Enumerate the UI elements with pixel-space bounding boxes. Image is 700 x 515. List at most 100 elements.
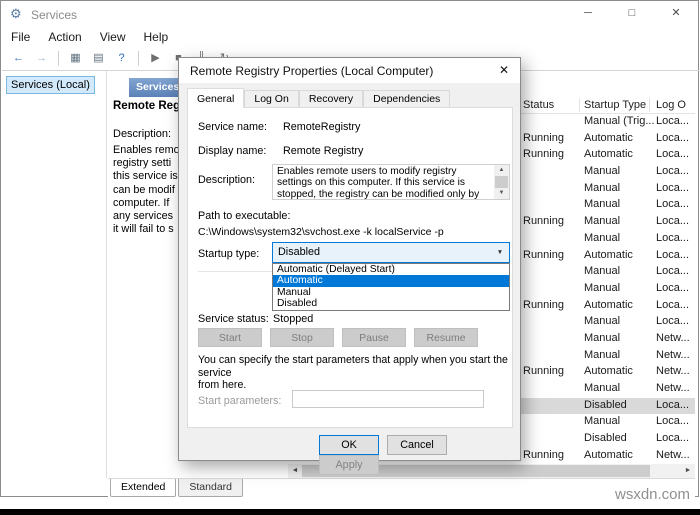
forward-arrow-icon[interactable]: → [32,50,51,67]
cell-startup-type: Automatic [584,249,656,261]
startup-type-dropdown: Automatic (Delayed Start)AutomaticManual… [272,263,510,311]
cell-status: Running [523,299,581,311]
dropdown-option[interactable]: Disabled [273,298,509,309]
tab-log-on[interactable]: Log On [244,90,298,107]
resume-button: Resume [414,328,478,347]
description-line: can be modif [113,184,180,197]
cell-startup-type: Automatic [584,148,656,160]
back-arrow-icon[interactable]: ← [9,50,28,67]
cell-log-on: Loca... [656,265,695,277]
scroll-down-icon[interactable]: ▼ [494,188,509,199]
cell-log-on: Netw... [656,332,695,344]
dialog-tabs: GeneralLog OnRecoveryDependencies [187,90,450,107]
maximize-button[interactable]: □ [610,1,654,26]
view-tab-extended[interactable]: Extended [110,479,176,497]
cell-status: Running [523,449,581,461]
cell-log-on: Netw... [656,449,695,461]
cell-log-on: Loca... [656,165,695,177]
display-name-value: Remote Registry [283,145,363,157]
startup-type-select[interactable]: Disabled ▼ [272,242,510,263]
toolbar-separator [58,51,59,66]
cell-status: Running [523,148,581,160]
cell-log-on: Loca... [656,132,695,144]
cell-startup-type: Automatic [584,365,656,377]
cancel-button[interactable]: Cancel [387,435,447,455]
service-control-buttons: StartStopPauseResume [198,328,498,348]
properties-icon[interactable]: ▤ [89,50,108,67]
dropdown-option[interactable]: Automatic (Delayed Start) [273,264,509,275]
scroll-right-icon[interactable]: ► [681,464,695,478]
tab-dependencies[interactable]: Dependencies [363,90,450,107]
service-status-value: Stopped [273,313,313,325]
cell-log-on: Loca... [656,415,695,427]
cell-startup-type: Manual [584,415,656,427]
dialog-close-icon[interactable]: ✕ [488,58,520,83]
description-line: registry setti [113,157,180,170]
description-line: Enables remo [113,144,180,157]
bottom-black-bar [0,509,700,515]
minimize-button[interactable]: ─ [566,1,610,26]
cell-log-on: Loca... [656,182,695,194]
description-scrollbar[interactable]: ▲ ▼ [494,165,509,199]
dropdown-option[interactable]: Manual [273,287,509,298]
dropdown-option[interactable]: Automatic [273,275,509,286]
column-header-logon[interactable]: Log O [656,99,695,111]
tab-recovery[interactable]: Recovery [299,90,363,107]
ok-button[interactable]: OK [319,435,379,455]
start-button: Start [198,328,262,347]
screen: ⚙ Services ─□✕ FileActionViewHelp ←→▦▤?▶… [0,0,700,515]
startup-type-selected-value: Disabled [278,246,320,258]
column-header-startup[interactable]: Startup Type [584,99,656,111]
menu-item-view[interactable]: View [91,27,135,47]
help-text-line: You can specify the start parameters tha… [198,354,512,379]
description-label: Description: [113,128,171,140]
description-text: Enables remote users to modify registry … [277,166,493,199]
cell-log-on: Netw... [656,349,695,361]
start-service-icon[interactable]: ▶ [146,50,165,67]
dialog-title-bar: Remote Registry Properties (Local Comput… [179,58,520,83]
cell-log-on: Loca... [656,282,695,294]
cell-startup-type: Manual [584,182,656,194]
scroll-up-icon[interactable]: ▲ [494,165,509,176]
description-label: Description: [198,174,255,186]
window-controls: ─□✕ [566,1,698,27]
cell-startup-type: Manual [584,315,656,327]
menu-item-action[interactable]: Action [39,27,90,47]
cell-startup-type: Disabled [584,399,656,411]
properties-dialog: Remote Registry Properties (Local Comput… [178,57,521,461]
cell-log-on: Loca... [656,115,695,127]
cell-log-on: Loca... [656,198,695,210]
menu-bar: FileActionViewHelp [2,27,697,47]
cell-log-on: Loca... [656,232,695,244]
dialog-title: Remote Registry Properties (Local Comput… [190,64,433,78]
description-textbox[interactable]: Enables remote users to modify registry … [272,164,510,200]
start-params-help: You can specify the start parameters tha… [198,354,512,392]
cell-startup-type: Automatic [584,132,656,144]
cell-startup-type: Manual [584,332,656,344]
scrollbar-thumb[interactable] [495,176,508,188]
view-tab-standard[interactable]: Standard [178,479,243,497]
column-header-status[interactable]: Status [523,99,581,111]
cell-startup-type: Disabled [584,432,656,444]
console-tree-panel: Services (Local) [2,71,107,478]
cell-startup-type: Manual [584,382,656,394]
description-line: computer. If [113,197,180,210]
cell-log-on: Netw... [656,382,695,394]
description-line: it will fail to s [113,223,180,236]
extended-description: Enables remoregistry settithis service i… [113,144,180,236]
view-tabs: ExtendedStandard [108,478,695,497]
scroll-left-icon[interactable]: ◄ [288,464,302,478]
window-title: Services [31,8,77,22]
toolbar-separator [138,51,139,66]
menu-item-file[interactable]: File [2,27,39,47]
tab-general[interactable]: General [187,88,244,108]
display-name-label: Display name: [198,145,266,157]
cell-startup-type: Manual (Trig... [584,115,656,127]
close-button[interactable]: ✕ [654,1,698,26]
cell-status: Running [523,215,581,227]
help-icon[interactable]: ? [112,50,131,67]
show-console-tree-icon[interactable]: ▦ [66,50,85,67]
dialog-footer: OKCancelApply [319,435,520,456]
tree-item-services-local[interactable]: Services (Local) [6,76,95,94]
menu-item-help[interactable]: Help [135,27,178,47]
